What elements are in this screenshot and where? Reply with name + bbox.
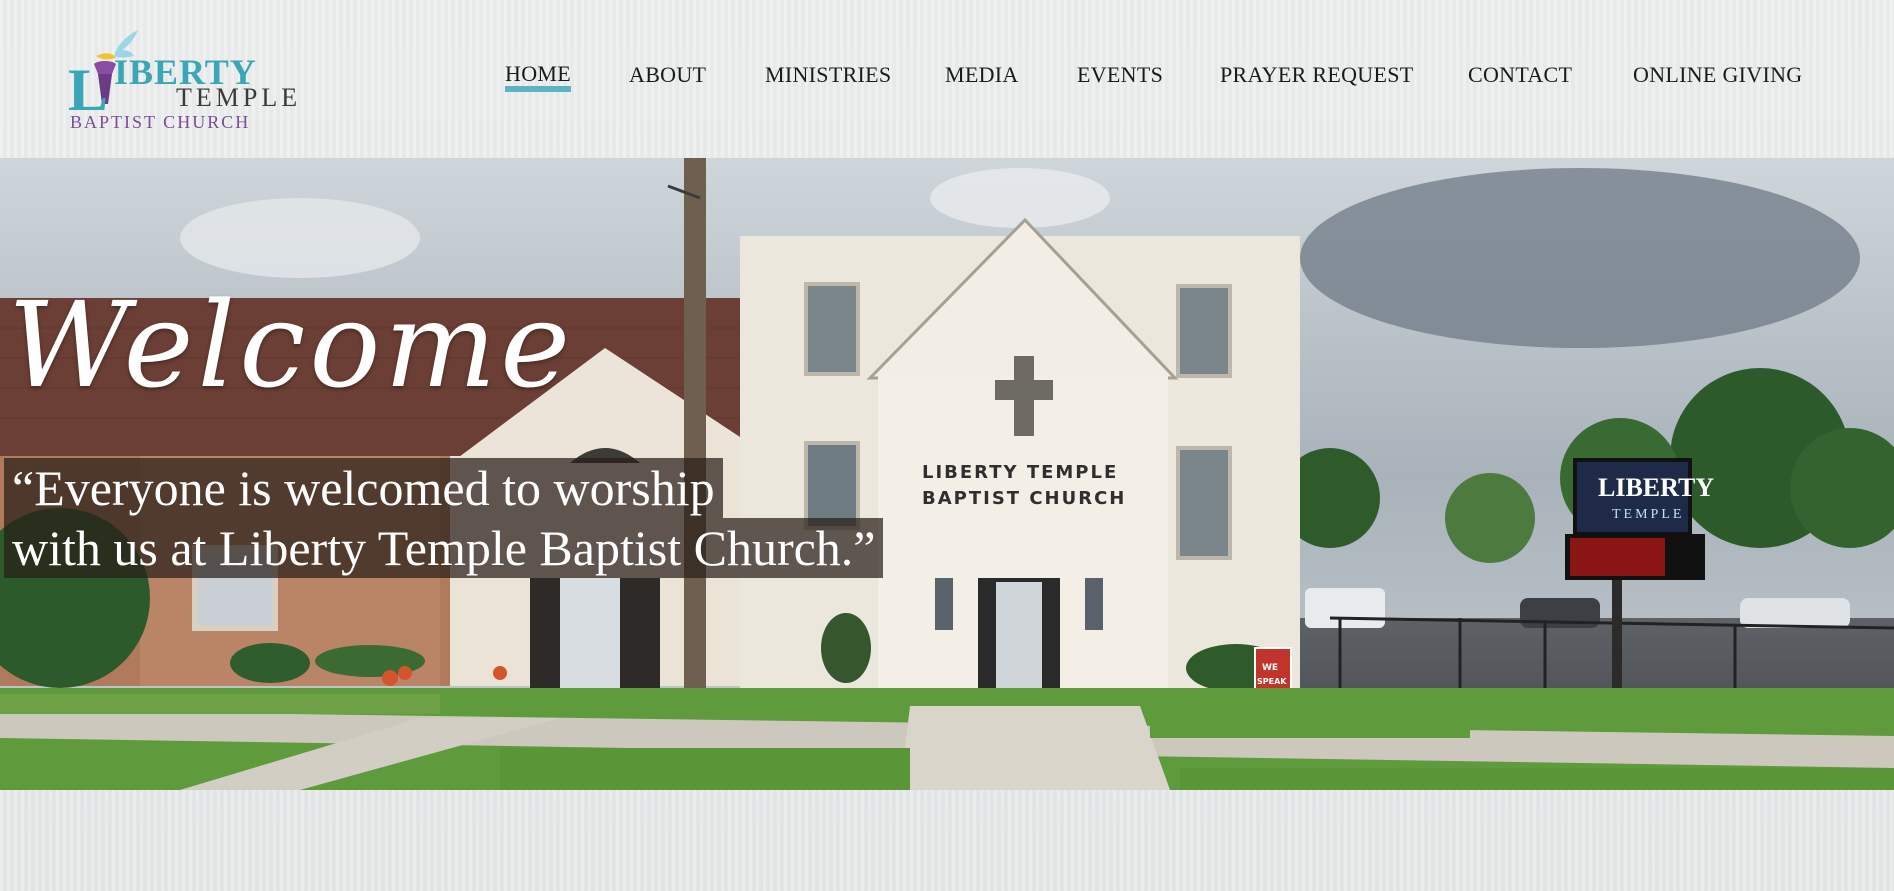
nav-online-giving[interactable]: ONLINE GIVING xyxy=(1633,62,1802,88)
nav-events[interactable]: EVENTS xyxy=(1077,62,1163,88)
svg-text:WE: WE xyxy=(1262,663,1278,673)
svg-text:BAPTIST CHURCH: BAPTIST CHURCH xyxy=(922,488,1126,509)
nav-media[interactable]: MEDIA xyxy=(945,62,1019,88)
svg-text:LIBERTY TEMPLE: LIBERTY TEMPLE xyxy=(922,462,1118,483)
hero-banner: LIBERTY TEMPLE LIBERTY TEMPLE BAPTIST CH… xyxy=(0,158,1894,790)
site-header: L IBERTY TEMPLE BAPTIST CHURCH HOME ABOU… xyxy=(0,0,1894,158)
nav-contact[interactable]: CONTACT xyxy=(1468,62,1572,88)
nav-home[interactable]: HOME xyxy=(505,62,571,92)
svg-text:TEMPLE: TEMPLE xyxy=(1612,507,1684,522)
nav-ministries[interactable]: MINISTRIES xyxy=(765,62,891,88)
welcome-heading: Welcome xyxy=(8,276,575,414)
nav-about[interactable]: ABOUT xyxy=(629,62,706,88)
quote-line-1: “Everyone is welcomed to worship xyxy=(4,458,723,518)
main-nav: HOME ABOUT MINISTRIES MEDIA EVENTS PRAYE… xyxy=(0,62,1894,98)
svg-text:BAPTIST CHURCH: BAPTIST CHURCH xyxy=(70,112,250,132)
svg-text:LIBERTY: LIBERTY xyxy=(1598,473,1714,502)
quote-line-2: with us at Liberty Temple Baptist Church… xyxy=(4,518,884,578)
svg-text:SPEAK: SPEAK xyxy=(1257,677,1287,686)
welcome-quote: “Everyone is welcomed to worship with us… xyxy=(4,458,884,578)
nav-prayer-request[interactable]: PRAYER REQUEST xyxy=(1220,62,1413,88)
